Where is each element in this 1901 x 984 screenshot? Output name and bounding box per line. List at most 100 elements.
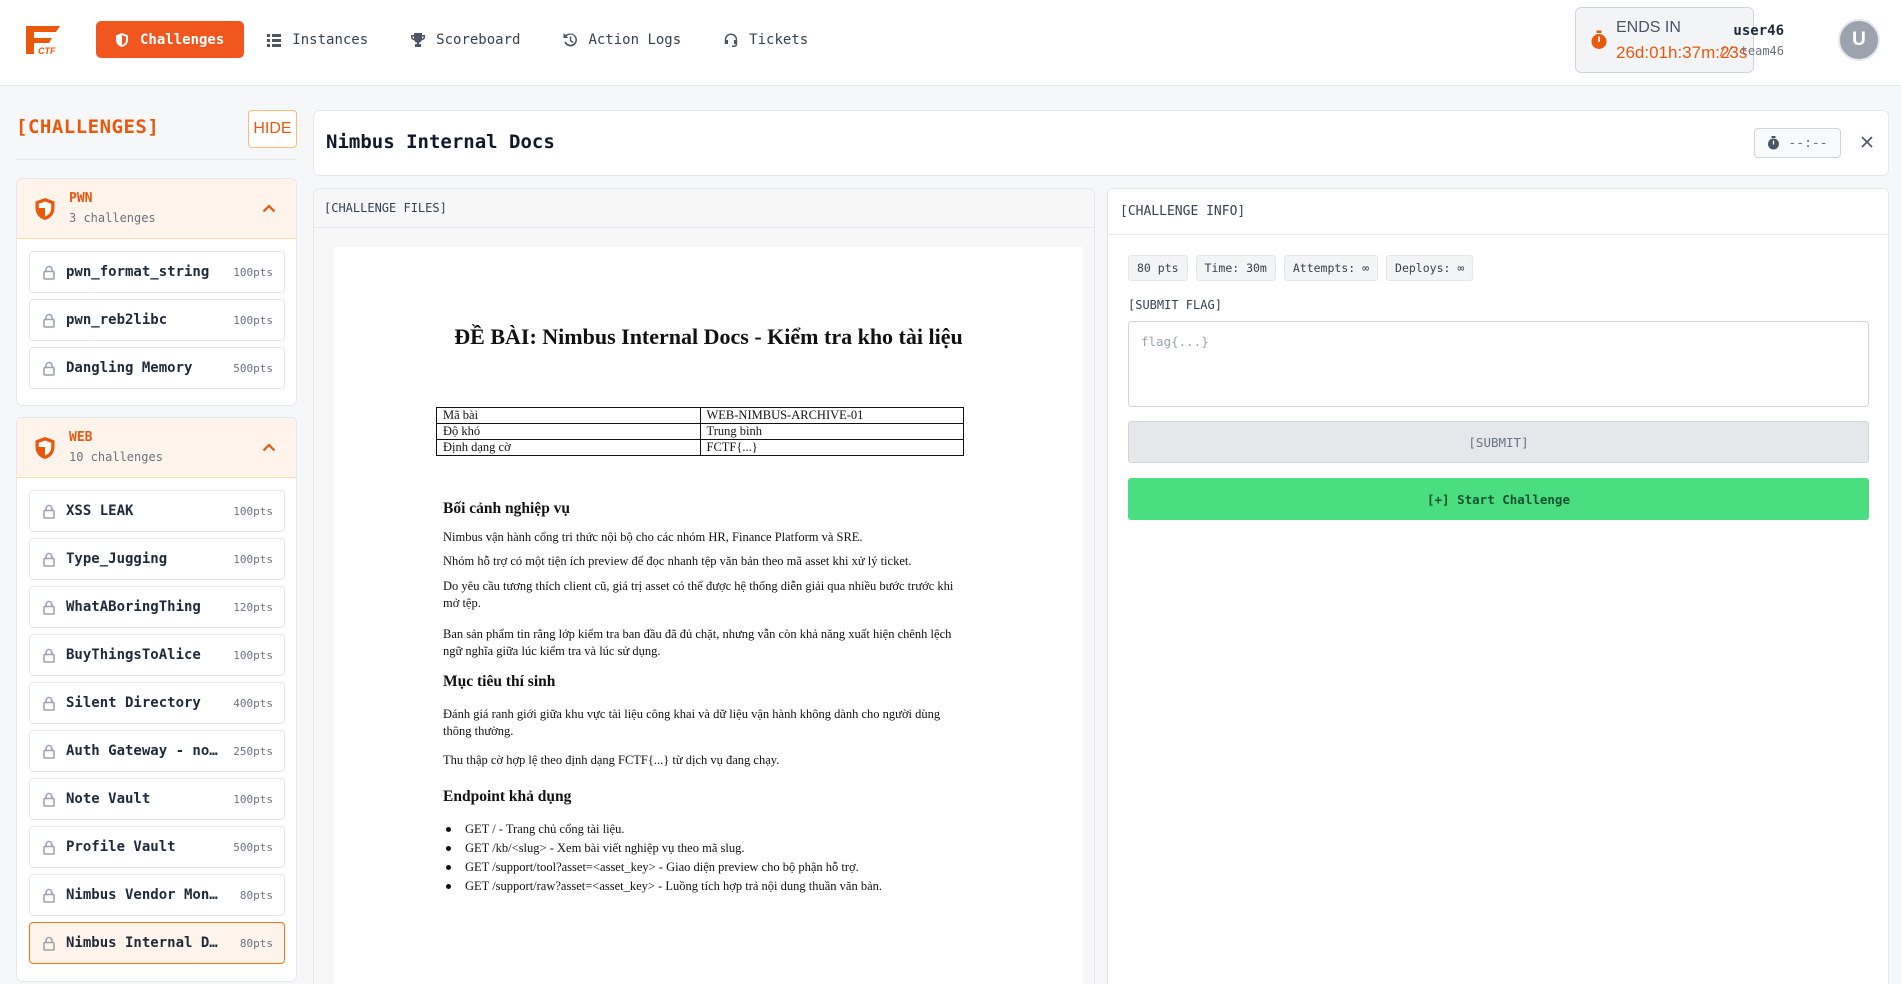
table-cell: Mã bài: [436, 407, 701, 424]
document-paragraph: Nhóm hỗ trợ có một tiện ích preview để đ…: [443, 554, 912, 568]
nav-instances[interactable]: Instances: [248, 21, 388, 58]
list-item: GET / - Trang chủ cổng tài liệu.: [443, 820, 882, 839]
challenge-item[interactable]: WhatABoringThing 120pts: [29, 586, 285, 628]
lock-icon: [43, 648, 55, 663]
challenge-name: Dangling Memory: [66, 360, 193, 376]
challenge-points: 250pts: [233, 745, 273, 758]
endpoint-list: GET / - Trang chủ cổng tài liệu. GET /kb…: [443, 820, 882, 896]
nav-tickets-label: Tickets: [749, 31, 809, 48]
lock-icon: [43, 600, 55, 615]
lock-icon: [43, 936, 55, 951]
challenge-points: 100pts: [233, 793, 273, 806]
challenge-item[interactable]: Dangling Memory 500pts: [29, 347, 285, 389]
points-badge: 80 pts: [1128, 255, 1188, 281]
time-badge: Time: 30m: [1195, 255, 1276, 281]
team-name: // team46: [1719, 44, 1784, 58]
nav-challenges[interactable]: Challenges: [96, 21, 245, 58]
lock-icon: [43, 504, 55, 519]
category-name: PWN: [69, 191, 93, 206]
hide-sidebar-button[interactable]: HIDE: [248, 110, 297, 148]
lock-icon: [43, 361, 55, 376]
list-icon: [267, 33, 282, 47]
top-navbar: CTF Challenges Instances Scoreboard Acti…: [0, 0, 1901, 86]
challenge-name: pwn_format_string: [66, 264, 210, 280]
submit-button[interactable]: [SUBMIT]: [1128, 421, 1869, 463]
category-count: 10 challenges: [69, 450, 163, 464]
challenge-name: WhatABoringThing: [66, 599, 201, 615]
document-paragraph: Nimbus vận hành cổng tri thức nội bộ cho…: [443, 530, 863, 544]
challenge-name: Type_Jugging: [66, 551, 168, 567]
category-web: WEB 10 challenges XSS LEAK 100pts Type_J…: [16, 417, 297, 982]
challenge-item[interactable]: Type_Jugging 100pts: [29, 538, 285, 580]
attempts-badge: Attempts: ∞: [1283, 255, 1379, 281]
challenge-name: Silent Directory: [66, 695, 201, 711]
table-cell: Độ khó: [436, 423, 701, 440]
challenge-item[interactable]: Note Vault 100pts: [29, 778, 285, 820]
category-web-header[interactable]: WEB 10 challenges: [17, 418, 296, 478]
challenge-item[interactable]: pwn_reb2libc 100pts: [29, 299, 285, 341]
close-icon[interactable]: [1860, 135, 1874, 149]
challenge-item-selected[interactable]: Nimbus Internal Docs 80pts: [29, 922, 285, 964]
challenge-item[interactable]: Profile Vault 500pts: [29, 826, 285, 868]
challenge-item[interactable]: pwn_format_string 100pts: [29, 251, 285, 293]
table-row: Định dạng cờ FCTF{...}: [436, 439, 964, 456]
avatar[interactable]: U: [1838, 19, 1880, 61]
challenge-points: 100pts: [233, 649, 273, 662]
challenge-name: Auth Gateway - none…: [66, 743, 224, 759]
challenge-item[interactable]: BuyThingsToAlice 100pts: [29, 634, 285, 676]
challenge-item[interactable]: XSS LEAK 100pts: [29, 490, 285, 532]
main-nav: Challenges Instances Scoreboard Action L…: [96, 21, 828, 58]
challenge-timer: --:--: [1754, 128, 1841, 158]
team-label: team46: [1740, 44, 1784, 58]
category-pwn: PWN 3 challenges pwn_format_string 100pt…: [16, 178, 297, 406]
fctf-logo[interactable]: CTF: [22, 23, 64, 57]
countdown-label: ENDS IN: [1616, 19, 1681, 36]
history-icon: [563, 32, 578, 46]
challenge-points: 500pts: [233, 362, 273, 375]
sidebar-title: [CHALLENGES]: [16, 116, 160, 138]
challenge-points: 400pts: [233, 697, 273, 710]
challenge-name: Nimbus Vendor Monitor: [66, 887, 224, 903]
files-panel-label: [CHALLENGE FILES]: [324, 201, 447, 215]
challenge-points: 120pts: [233, 601, 273, 614]
lock-icon: [43, 744, 55, 759]
challenge-points: 100pts: [233, 266, 273, 279]
challenge-document[interactable]: ĐỀ BÀI: Nimbus Internal Docs - Kiểm tra …: [334, 247, 1083, 984]
document-paragraph: Đánh giá ranh giới giữa khu vực tài liệu…: [443, 707, 941, 738]
challenge-points: 80pts: [239, 937, 273, 950]
challenge-name: Nimbus Internal Docs: [66, 935, 224, 951]
submit-flag-label: [SUBMIT FLAG]: [1128, 298, 1222, 312]
document-paragraph: Do yêu cầu tương thích client cũ, giá tr…: [443, 579, 954, 610]
challenge-item[interactable]: Auth Gateway - none… 250pts: [29, 730, 285, 772]
table-cell: WEB-NIMBUS-ARCHIVE-01: [699, 407, 964, 424]
challenge-header: Nimbus Internal Docs --:--: [313, 110, 1889, 176]
challenge-name: Note Vault: [66, 791, 151, 807]
table-cell: Trung bình: [699, 423, 964, 440]
lock-icon: [43, 792, 55, 807]
nav-tickets[interactable]: Tickets: [705, 21, 828, 58]
nav-scoreboard[interactable]: Scoreboard: [392, 21, 540, 58]
lock-icon: [43, 265, 55, 280]
list-item: GET /kb/<slug> - Xem bài viết nghiệp vụ …: [443, 839, 882, 858]
nav-action-logs[interactable]: Action Logs: [544, 21, 701, 58]
section-heading: Mục tiêu thí sinh: [443, 673, 556, 690]
challenge-name: BuyThingsToAlice: [66, 647, 201, 663]
chevron-up-icon: [262, 204, 276, 213]
stopwatch-icon: [1768, 136, 1780, 150]
event-countdown: ENDS IN 26d:01h:37m:23s: [1575, 7, 1754, 73]
category-pwn-header[interactable]: PWN 3 challenges: [17, 179, 296, 239]
stopwatch-icon: [1591, 30, 1607, 49]
flag-input[interactable]: [1128, 321, 1869, 407]
challenge-item[interactable]: Silent Directory 400pts: [29, 682, 285, 724]
challenge-points: 500pts: [233, 841, 273, 854]
challenge-name: Profile Vault: [66, 839, 176, 855]
challenge-points: 100pts: [233, 505, 273, 518]
table-cell: Định dạng cờ: [436, 439, 701, 456]
svg-text:CTF: CTF: [38, 46, 56, 56]
challenge-item[interactable]: Nimbus Vendor Monitor 80pts: [29, 874, 285, 916]
document-paragraph: Thu thập cờ hợp lệ theo định dạng FCTF{.…: [443, 753, 780, 767]
shield-icon: [116, 32, 128, 47]
start-challenge-button[interactable]: [+] Start Challenge: [1128, 478, 1869, 520]
document-info-table: Mã bài WEB-NIMBUS-ARCHIVE-01 Độ khó Trun…: [436, 407, 964, 456]
challenge-meta-chips: 80 pts Time: 30m Attempts: ∞ Deploys: ∞: [1128, 255, 1474, 281]
